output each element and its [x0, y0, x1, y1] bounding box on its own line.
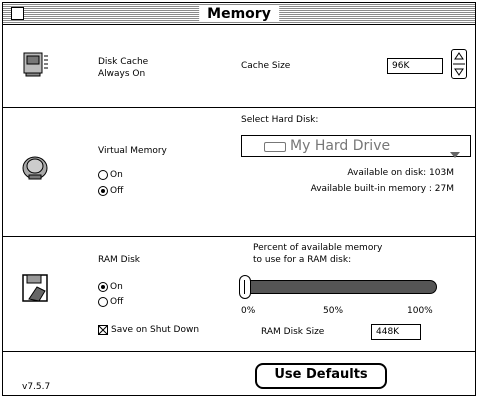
slider-min-label: 0% [241, 306, 256, 316]
title-bar[interactable]: Memory [3, 3, 475, 25]
hard-disk-small-icon [264, 142, 286, 152]
disk-cache-always-on: Always On [98, 69, 146, 79]
slider-mid-label: 50% [323, 306, 344, 316]
select-hard-disk-label: Select Hard Disk: [241, 115, 319, 125]
version-label: v7.5.7 [22, 382, 51, 392]
available-on-disk: Available on disk: 103M [347, 168, 454, 178]
hard-disk-name: My Hard Drive [290, 138, 391, 154]
chevron-down-icon [450, 143, 460, 162]
slider-track [241, 280, 437, 294]
percent-label-line2: to use for a RAM disk: [253, 255, 352, 265]
ram-off-radio-dot[interactable] [98, 296, 108, 307]
ram-disk-size-field: 448K [371, 324, 421, 340]
vm-off-radio-dot[interactable] [98, 185, 108, 196]
ram-disk-label: RAM Disk [98, 255, 141, 265]
slider-max-label: 100% [407, 306, 433, 316]
section-divider-3 [3, 351, 475, 352]
vm-on-label: On [110, 170, 123, 180]
vm-on-radio[interactable]: On [98, 169, 123, 181]
virtual-memory-label: Virtual Memory [98, 146, 167, 156]
vm-off-label: Off [110, 186, 124, 196]
vm-on-radio-dot[interactable] [98, 169, 108, 180]
save-on-shutdown-checkbox[interactable]: Save on Shut Down [98, 324, 199, 336]
section-divider-2 [3, 236, 475, 237]
section-divider-1 [3, 107, 475, 108]
disk-cache-icon [21, 51, 49, 83]
ram-off-label: Off [110, 297, 124, 307]
ram-on-radio-dot[interactable] [98, 281, 108, 292]
available-builtin-memory: Available built-in memory : 27M [310, 184, 454, 194]
ram-disk-size-label: RAM Disk Size [261, 327, 325, 337]
save-on-shutdown-label: Save on Shut Down [111, 325, 200, 335]
virtual-memory-icon [21, 153, 49, 185]
window-title: Memory [199, 6, 279, 22]
ram-off-radio[interactable]: Off [98, 296, 123, 308]
use-defaults-button[interactable]: Use Defaults [255, 363, 387, 389]
cache-size-stepper[interactable] [451, 49, 467, 79]
cache-size-field: 96K [387, 58, 443, 74]
percent-label-line1: Percent of available memory [253, 243, 383, 253]
ram-on-label: On [110, 282, 123, 292]
ram-disk-icon [21, 273, 51, 309]
ram-disk-slider[interactable] [239, 275, 441, 301]
memory-window: Memory Disk Cache Always On Cache Size 9… [2, 2, 476, 396]
disk-cache-label: Disk Cache [98, 57, 149, 67]
slider-thumb[interactable] [239, 275, 251, 299]
close-box[interactable] [11, 7, 24, 20]
hard-disk-popup[interactable]: My Hard Drive [241, 135, 471, 158]
save-on-shutdown-box[interactable] [98, 324, 108, 335]
ram-on-radio[interactable]: On [98, 281, 123, 293]
vm-off-radio[interactable]: Off [98, 185, 123, 197]
cache-size-label: Cache Size [241, 61, 291, 71]
